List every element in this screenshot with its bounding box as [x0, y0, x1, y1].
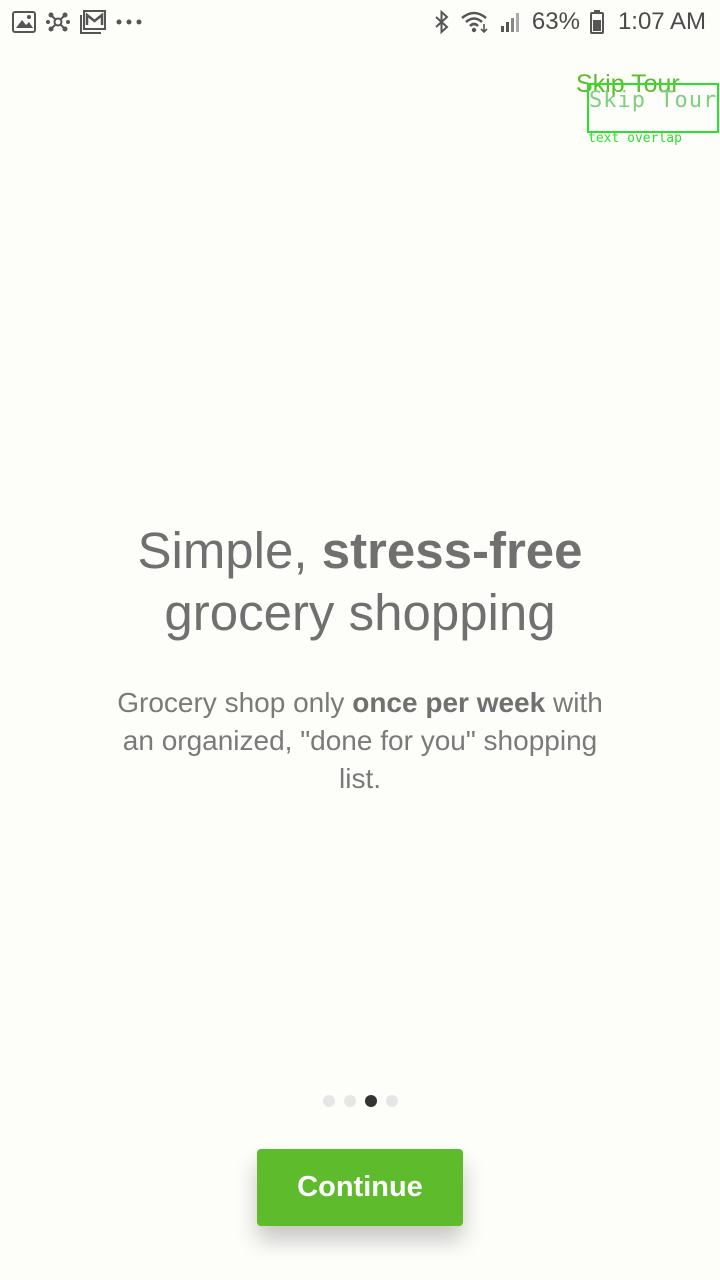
bluetooth-icon — [434, 10, 450, 34]
network-hub-icon — [46, 10, 70, 34]
onboarding-description: Grocery shop only once per week with an … — [100, 684, 620, 798]
description-bold-text: once per week — [352, 687, 546, 718]
wifi-icon — [460, 10, 490, 34]
status-bar: 63% 1:07 AM — [0, 0, 720, 44]
onboarding-headline: Simple, stress-free grocery shopping — [0, 520, 720, 644]
onboarding-screen: 63% 1:07 AM Skip Tour Skip Tour? text ov… — [0, 0, 720, 1280]
page-indicator — [0, 1095, 720, 1107]
battery-percentage: 63% — [531, 8, 580, 35]
battery-icon — [589, 10, 604, 34]
description-text-start: Grocery shop only — [117, 687, 353, 718]
headline-line-2: grocery shopping — [164, 584, 556, 641]
signal-icon — [500, 11, 522, 33]
status-bar-right: 63% 1:07 AM — [434, 8, 706, 36]
image-icon — [12, 11, 36, 33]
text-overlap-ghost-label: Skip Tour? — [589, 88, 720, 113]
continue-button[interactable]: Continue — [257, 1149, 463, 1226]
status-bar-left — [12, 10, 142, 34]
headline-regular-text: Simple, — [137, 522, 322, 579]
page-dot[interactable] — [385, 1095, 398, 1107]
headline-line-1: Simple, stress-free — [0, 520, 720, 582]
more-dots-icon — [116, 18, 142, 26]
status-clock: 1:07 AM — [617, 8, 706, 35]
page-dot[interactable] — [343, 1095, 356, 1107]
text-overlap-caption: text overlap — [588, 131, 682, 146]
page-dot[interactable] — [322, 1095, 335, 1107]
page-dot-active[interactable] — [364, 1095, 377, 1107]
headline-bold-text: stress-free — [321, 522, 583, 579]
gmail-icon — [80, 10, 106, 34]
